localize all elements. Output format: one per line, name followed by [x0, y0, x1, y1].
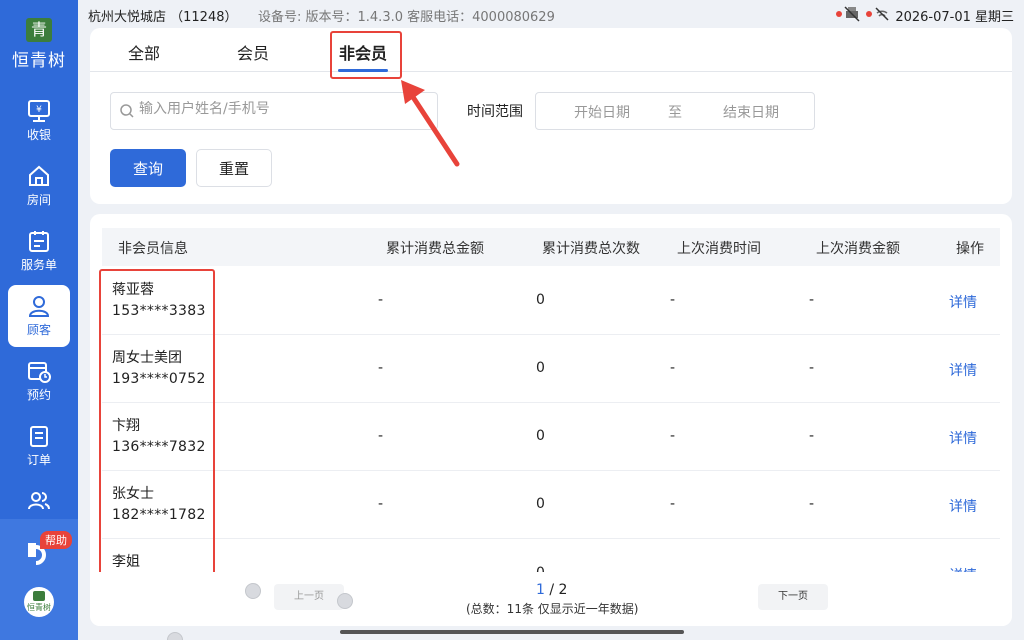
sidebar-item-label: 房间: [26, 193, 51, 207]
device-info: 设备号: 版本号：1.4.3.0 客服电话：4000080629: [258, 10, 555, 25]
last-visit-time: -: [670, 428, 676, 444]
help-panel[interactable]: 帮助 恒青树: [0, 519, 78, 640]
touch-indicator: [337, 593, 353, 609]
start-date-field[interactable]: 开始日期: [574, 102, 630, 122]
cashier-icon: ¥: [28, 100, 50, 122]
pagination-note: (总数：11条 仅显示近一年数据): [466, 602, 639, 616]
home-indicator[interactable]: [340, 630, 684, 634]
calendar-clock-icon: [28, 362, 51, 383]
date-range-picker[interactable]: 开始日期 至 结束日期: [535, 92, 815, 130]
sidebar-item-customers[interactable]: 顾客: [8, 285, 70, 347]
datetime: 2026-07-01 星期三: [895, 10, 1014, 25]
touch-indicator: [245, 583, 261, 599]
last-visit-time: -: [670, 496, 676, 512]
brand-logo: 青 恒青树: [0, 0, 78, 84]
wifi-offline-icon: [875, 7, 889, 21]
avatar-text: 恒青树: [27, 603, 51, 612]
total-amount: -: [378, 360, 384, 376]
column-header: 累计消费总金额: [386, 241, 484, 257]
total-count: 0: [536, 496, 545, 512]
customer-tabs: 全部 会员 非会员: [90, 28, 1012, 79]
sidebar-item-staff[interactable]: [8, 480, 70, 516]
customer-table-card: 非会员信息 累计消费总金额 累计消费总次数 上次消费时间 上次消费金额 操作 蒋…: [90, 214, 1012, 626]
sidebar-item-service-orders[interactable]: 服务单: [8, 220, 70, 282]
column-header: 上次消费金额: [816, 241, 900, 257]
last-amount: -: [809, 496, 815, 512]
time-range-label: 时间范围: [467, 104, 523, 120]
total-count: 0: [536, 292, 545, 308]
last-amount: -: [809, 292, 815, 308]
help-badge[interactable]: 帮助: [40, 531, 72, 549]
status-bar: 杭州大悦城店 （11248） 设备号: 版本号：1.4.3.0 客服电话：400…: [88, 0, 1024, 28]
logo-icon: 青: [26, 18, 52, 42]
detail-link[interactable]: 详情: [949, 360, 977, 380]
last-visit-time: -: [670, 360, 676, 376]
total-pages: / 2: [549, 582, 568, 598]
total-count: 0: [536, 360, 545, 376]
user-icon: [28, 296, 50, 317]
highlight-box-customer-info: [99, 269, 215, 591]
sidebar-item-orders[interactable]: 订单: [8, 415, 70, 477]
svg-text:¥: ¥: [36, 105, 42, 115]
pagination: 上一页 1 / 2 (总数：11条 仅显示近一年数据) 下一页: [90, 572, 1012, 626]
detail-link[interactable]: 详情: [949, 292, 977, 312]
printer-offline-icon: [844, 6, 860, 22]
last-visit-time: -: [670, 292, 676, 308]
last-amount: -: [809, 360, 815, 376]
detail-link[interactable]: 详情: [949, 496, 977, 516]
highlight-box-tab: [330, 31, 402, 79]
tab-all[interactable]: 全部: [128, 40, 160, 64]
service-order-icon: [29, 231, 49, 252]
home-icon: [29, 165, 49, 186]
table-row: 张女士 182****1782 - 0 - - 详情: [102, 471, 1000, 539]
sidebar-item-label: 服务单: [20, 258, 57, 272]
sidebar-item-cashier[interactable]: ¥ 收银: [8, 90, 70, 152]
sidebar-item-appointments[interactable]: 预约: [8, 350, 70, 412]
table-row: 卞翔 136****7832 - 0 - - 详情: [102, 403, 1000, 471]
current-page: 1: [536, 582, 545, 598]
tab-members[interactable]: 会员: [237, 40, 269, 64]
table-header: 非会员信息 累计消费总金额 累计消费总次数 上次消费时间 上次消费金额 操作: [102, 228, 1000, 266]
total-amount: -: [378, 292, 384, 308]
filter-card: 全部 会员 非会员 时间范围 开始日期 至 结束日期 查询 重置: [90, 28, 1012, 204]
sidebar-item-label: 收银: [26, 128, 51, 142]
touch-indicator: [167, 632, 183, 640]
total-amount: -: [378, 496, 384, 512]
sidebar: 青 恒青树 ¥ 收银 房间 服务单 顾客 预约 订单 帮助 恒青树: [0, 0, 78, 640]
next-page-button[interactable]: 下一页: [758, 584, 828, 610]
detail-link[interactable]: 详情: [949, 428, 977, 448]
table-row: 蒋亚蓉 153****3383 - 0 - - 详情: [102, 267, 1000, 335]
search-field[interactable]: [110, 92, 438, 130]
column-header: 非会员信息: [118, 241, 188, 257]
column-header: 上次消费时间: [677, 241, 761, 257]
order-list-icon: [30, 426, 48, 447]
column-header: 操作: [956, 241, 984, 257]
sidebar-item-label: 订单: [26, 453, 51, 467]
status-icons: [836, 6, 896, 22]
total-count: 0: [536, 428, 545, 444]
search-input[interactable]: [139, 101, 419, 117]
logo-text: 恒青树: [12, 51, 66, 71]
total-amount: -: [378, 428, 384, 444]
table-row: 周女士美团 193****0752 - 0 - - 详情: [102, 335, 1000, 403]
date-range-separator: 至: [668, 105, 682, 121]
page-indicator: 1 / 2: [536, 582, 567, 598]
prev-page-button[interactable]: 上一页: [274, 584, 344, 610]
reset-button[interactable]: 重置: [196, 149, 272, 187]
store-name: 杭州大悦城店 （11248）: [88, 10, 238, 25]
end-date-field[interactable]: 结束日期: [723, 102, 779, 122]
search-icon: [120, 104, 134, 118]
column-header: 累计消费总次数: [542, 241, 640, 257]
sidebar-item-rooms[interactable]: 房间: [8, 155, 70, 217]
query-button[interactable]: 查询: [110, 149, 186, 187]
last-amount: -: [809, 428, 815, 444]
users-icon: [28, 492, 50, 510]
sidebar-item-label: 预约: [26, 388, 51, 402]
sidebar-item-label: 顾客: [26, 323, 51, 337]
avatar[interactable]: 恒青树: [24, 587, 54, 617]
